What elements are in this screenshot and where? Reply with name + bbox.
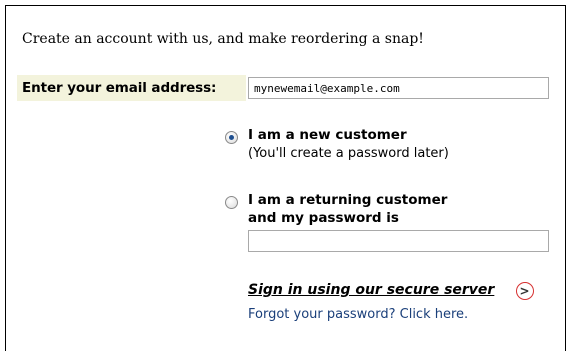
arrow-glyph: > <box>519 284 530 298</box>
new-customer-sublabel: (You'll create a password later) <box>248 146 449 161</box>
returning-customer-label: I am a returning customer <box>248 192 448 208</box>
new-customer-label: I am a new customer <box>248 127 407 143</box>
email-input[interactable] <box>248 77 549 99</box>
returning-customer-radio[interactable] <box>225 196 238 209</box>
intro-text: Create an account with us, and make reor… <box>22 31 424 47</box>
new-customer-radio[interactable] <box>225 131 238 144</box>
returning-customer-password-label: and my password is <box>248 210 399 226</box>
account-panel <box>5 5 566 351</box>
email-label: Enter your email address: <box>22 80 217 96</box>
forgot-password-link[interactable]: Forgot your password? Click here. <box>248 307 468 322</box>
circled-arrow-right-icon[interactable]: > <box>516 282 534 300</box>
password-input[interactable] <box>248 230 549 252</box>
sign-in-link[interactable]: Sign in using our secure server <box>248 282 494 298</box>
